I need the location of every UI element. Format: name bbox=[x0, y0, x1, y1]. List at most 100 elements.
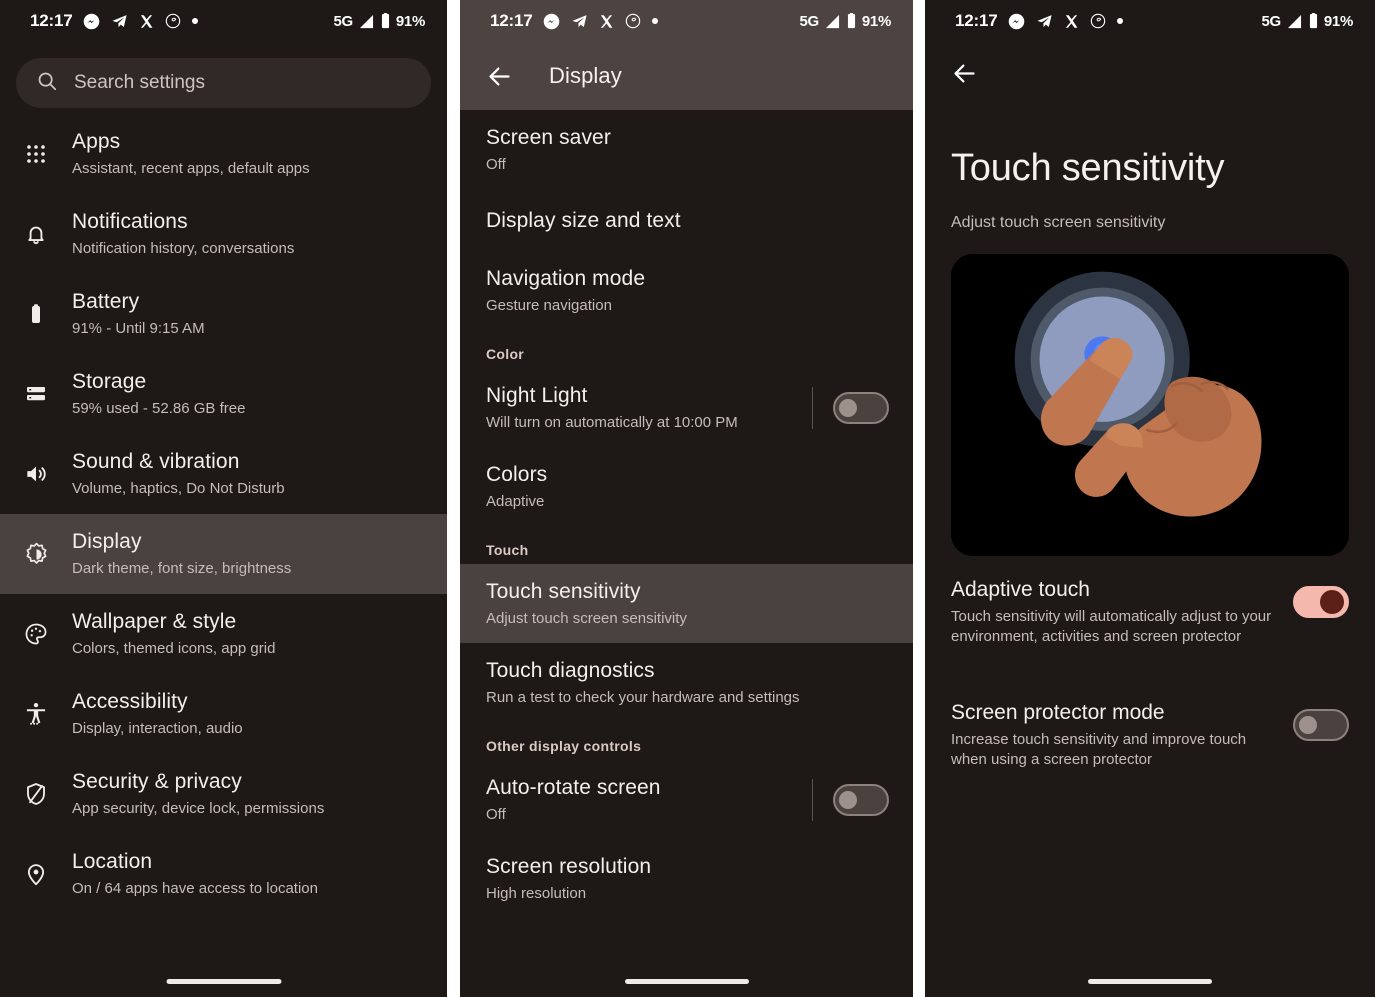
sidebar-item-title: Apps bbox=[72, 130, 121, 153]
sidebar-item-accessibility[interactable]: Accessibility Display, interaction, audi… bbox=[0, 674, 447, 754]
sidebar-item-text: Wallpaper & style Colors, themed icons, … bbox=[72, 609, 447, 659]
setting-title: Adaptive touch bbox=[951, 578, 1090, 601]
sidebar-item-title: Security & privacy bbox=[72, 770, 242, 793]
sidebar-item-apps[interactable]: Apps Assistant, recent apps, default app… bbox=[0, 114, 447, 194]
threads-icon bbox=[1090, 13, 1106, 29]
telegram-icon bbox=[1036, 13, 1053, 30]
pref-touch-sensitivity[interactable]: Touch sensitivity Adjust touch screen se… bbox=[460, 564, 913, 643]
palette-icon bbox=[0, 621, 72, 647]
app-bar: Display bbox=[460, 42, 913, 110]
page-subtitle: Adjust touch screen sensitivity bbox=[951, 214, 1166, 231]
sidebar-item-text: Notifications Notification history, conv… bbox=[72, 209, 447, 259]
sidebar-item-title: Accessibility bbox=[72, 690, 188, 713]
vertical-divider bbox=[812, 386, 813, 429]
pref-subtitle: Adjust touch screen sensitivity bbox=[486, 610, 687, 627]
pref-title: Auto-rotate screen bbox=[486, 776, 661, 799]
back-arrow-icon[interactable] bbox=[951, 60, 978, 87]
pref-subtitle: Run a test to check your hardware and se… bbox=[486, 689, 800, 706]
pref-auto-rotate-screen[interactable]: Auto-rotate screen Off bbox=[460, 760, 913, 839]
setting-screen-protector-mode[interactable]: Screen protector mode Increase touch sen… bbox=[925, 667, 1375, 790]
section-header-color: Color bbox=[486, 346, 525, 362]
auto-rotate-toggle[interactable] bbox=[833, 783, 889, 816]
storage-icon bbox=[0, 382, 72, 406]
sidebar-item-storage[interactable]: Storage 59% used - 52.86 GB free bbox=[0, 354, 447, 434]
pref-subtitle: Adaptive bbox=[486, 493, 545, 510]
setting-adaptive-touch[interactable]: Adaptive touch Touch sensitivity will au… bbox=[925, 556, 1375, 667]
toggle-knob bbox=[1320, 590, 1344, 614]
status-bar: 12:17 5G 91% bbox=[460, 0, 913, 42]
touch-sensitivity-panel: 12:17 5G 91% Touch sensitivity Adjust to… bbox=[925, 0, 1375, 997]
location-pin-icon bbox=[0, 861, 72, 887]
dot-icon bbox=[192, 18, 199, 24]
status-clock: 12:17 bbox=[30, 11, 73, 30]
setting-subtitle: Touch sensitivity will automatically adj… bbox=[951, 608, 1272, 645]
pref-colors[interactable]: Colors Adaptive bbox=[460, 447, 913, 526]
finger-tapping-screen-illustration bbox=[951, 254, 1349, 556]
pref-display-size-and-text[interactable]: Display size and text bbox=[460, 189, 913, 251]
setting-subtitle: Increase touch sensitivity and improve t… bbox=[951, 731, 1247, 768]
pref-navigation-mode[interactable]: Navigation mode Gesture navigation bbox=[460, 251, 913, 330]
search-input[interactable]: Search settings bbox=[16, 58, 431, 108]
pref-night-light[interactable]: Night Light Will turn on automatically a… bbox=[460, 368, 913, 447]
sidebar-item-title: Location bbox=[72, 850, 153, 873]
pref-screen-resolution[interactable]: Screen resolution High resolution bbox=[460, 839, 913, 918]
dot-icon bbox=[1117, 18, 1124, 24]
x-icon bbox=[599, 14, 614, 29]
status-bar: 12:17 5G 91% bbox=[0, 0, 447, 42]
pref-title: Touch diagnostics bbox=[486, 659, 655, 682]
messenger-icon bbox=[543, 13, 560, 30]
sidebar-item-display[interactable]: Display Dark theme, font size, brightnes… bbox=[0, 514, 447, 594]
gesture-nav-bar[interactable] bbox=[1088, 979, 1212, 984]
battery-icon bbox=[846, 13, 857, 29]
sidebar-item-subtitle: Assistant, recent apps, default apps bbox=[72, 160, 310, 177]
toggle-knob bbox=[839, 398, 857, 417]
gesture-nav-bar[interactable] bbox=[624, 979, 749, 984]
pref-title: Navigation mode bbox=[486, 267, 646, 290]
pref-subtitle: Off bbox=[486, 806, 506, 823]
sidebar-item-text: Display Dark theme, font size, brightnes… bbox=[72, 529, 447, 579]
sidebar-item-subtitle: Display, interaction, audio bbox=[72, 720, 243, 737]
night-light-toggle[interactable] bbox=[833, 391, 889, 424]
x-icon bbox=[1064, 14, 1079, 29]
toggle-knob bbox=[1299, 716, 1317, 734]
status-clock: 12:17 bbox=[490, 11, 533, 30]
threads-icon bbox=[165, 13, 181, 29]
display-settings-panel: 12:17 5G 91% Display Screen saver Off Di… bbox=[460, 0, 913, 997]
pref-title: Touch sensitivity bbox=[486, 580, 641, 603]
sidebar-item-sound-vibration[interactable]: Sound & vibration Volume, haptics, Do No… bbox=[0, 434, 447, 514]
screen-protector-mode-toggle[interactable] bbox=[1293, 709, 1349, 741]
settings-home-panel: 12:17 5G 91% Search settings Apps Assist… bbox=[0, 0, 447, 997]
pref-touch-diagnostics[interactable]: Touch diagnostics Run a test to check yo… bbox=[460, 643, 913, 722]
status-bar: 12:17 5G 91% bbox=[925, 0, 1375, 42]
section-header-other-display-controls: Other display controls bbox=[486, 738, 642, 754]
pref-title: Display size and text bbox=[486, 208, 681, 232]
back-arrow-icon[interactable] bbox=[486, 63, 513, 90]
pref-text: Auto-rotate screen Off bbox=[486, 774, 800, 825]
sidebar-item-battery[interactable]: Battery 91% - Until 9:15 AM bbox=[0, 274, 447, 354]
network-type-label: 5G bbox=[333, 12, 353, 30]
gesture-nav-bar[interactable] bbox=[166, 979, 281, 984]
adaptive-touch-toggle[interactable] bbox=[1293, 586, 1349, 618]
bell-icon bbox=[0, 221, 72, 247]
pref-subtitle: Off bbox=[486, 156, 506, 173]
sidebar-item-text: Security & privacy App security, device … bbox=[72, 769, 447, 819]
pref-text: Screen saver Off bbox=[486, 124, 889, 175]
app-bar bbox=[925, 42, 1375, 104]
sidebar-item-subtitle: 59% used - 52.86 GB free bbox=[72, 400, 246, 417]
sidebar-item-wallpaper-style[interactable]: Wallpaper & style Colors, themed icons, … bbox=[0, 594, 447, 674]
network-type-label: 5G bbox=[1261, 12, 1281, 30]
sidebar-item-text: Storage 59% used - 52.86 GB free bbox=[72, 369, 447, 419]
battery-icon bbox=[0, 302, 72, 326]
toggle-area bbox=[800, 386, 889, 429]
sidebar-item-title: Sound & vibration bbox=[72, 450, 240, 473]
sidebar-item-location[interactable]: Location On / 64 apps have access to loc… bbox=[0, 834, 447, 914]
battery-icon bbox=[1308, 13, 1319, 29]
sidebar-item-title: Display bbox=[72, 530, 142, 553]
sidebar-item-title: Wallpaper & style bbox=[72, 610, 237, 633]
brightness-icon bbox=[0, 541, 72, 568]
sidebar-item-notifications[interactable]: Notifications Notification history, conv… bbox=[0, 194, 447, 274]
sidebar-item-text: Sound & vibration Volume, haptics, Do No… bbox=[72, 449, 447, 499]
sidebar-item-security-privacy[interactable]: Security & privacy App security, device … bbox=[0, 754, 447, 834]
pref-screen-saver[interactable]: Screen saver Off bbox=[460, 110, 913, 189]
setting-text: Adaptive touch Touch sensitivity will au… bbox=[951, 576, 1293, 647]
